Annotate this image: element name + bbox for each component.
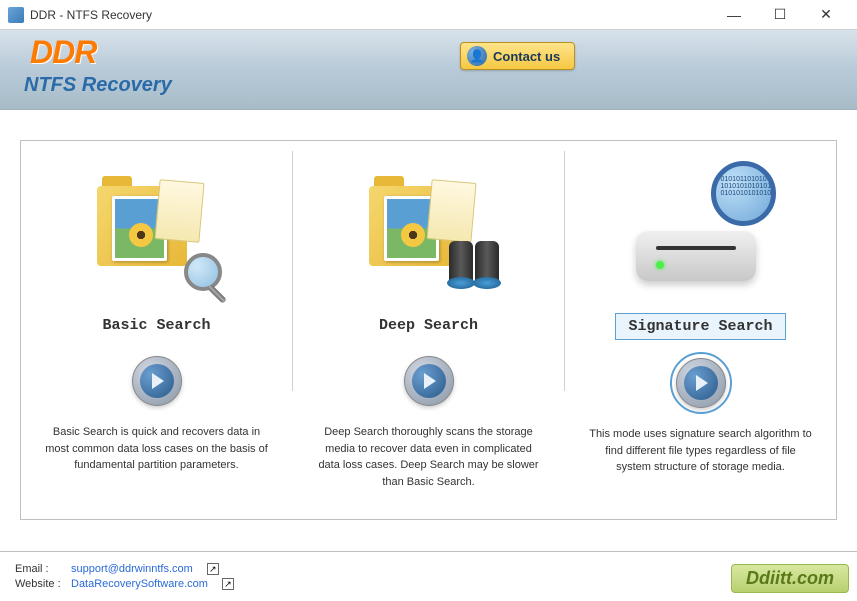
email-label: Email : bbox=[15, 563, 65, 575]
deep-search-icon-area bbox=[369, 161, 489, 301]
website-row: Website : DataRecoverySoftware.com ↗ bbox=[15, 578, 842, 590]
contact-label: Contact us bbox=[493, 49, 560, 64]
window-title: DDR - NTFS Recovery bbox=[30, 8, 711, 22]
external-link-icon[interactable]: ↗ bbox=[222, 578, 234, 590]
close-button[interactable]: ✕ bbox=[803, 1, 849, 29]
play-icon bbox=[140, 364, 174, 398]
maximize-button[interactable]: ☐ bbox=[757, 1, 803, 29]
signature-search-play-button[interactable] bbox=[676, 358, 726, 408]
signature-search-description: This mode uses signature search algorith… bbox=[580, 426, 821, 476]
basic-search-panel: Basic Search Basic Search is quick and r… bbox=[21, 141, 292, 519]
signature-search-title: Signature Search bbox=[615, 313, 785, 340]
contact-us-button[interactable]: 👤 Contact us bbox=[460, 42, 575, 70]
basic-search-title: Basic Search bbox=[90, 313, 222, 338]
basic-search-icon-area bbox=[97, 161, 217, 301]
content-area: Basic Search Basic Search is quick and r… bbox=[0, 110, 857, 530]
logo-text: DDR bbox=[30, 34, 96, 71]
email-link[interactable]: support@ddrwinntfs.com bbox=[71, 563, 193, 575]
app-icon bbox=[8, 7, 24, 23]
basic-search-play-button[interactable] bbox=[132, 356, 182, 406]
deep-search-play-button[interactable] bbox=[404, 356, 454, 406]
signature-search-icon-area: 0101011010100110101010101010010101010101… bbox=[626, 161, 776, 301]
person-icon: 👤 bbox=[467, 46, 487, 66]
deep-search-title: Deep Search bbox=[367, 313, 490, 338]
website-label: Website : bbox=[15, 578, 65, 590]
deep-search-panel: Deep Search Deep Search thoroughly scans… bbox=[293, 141, 564, 519]
basic-search-description: Basic Search is quick and recovers data … bbox=[36, 424, 277, 474]
drive-magnifier-icon: 0101011010100110101010101010010101010101… bbox=[626, 171, 776, 291]
titlebar: DDR - NTFS Recovery — ☐ ✕ bbox=[0, 0, 857, 30]
external-link-icon[interactable]: ↗ bbox=[207, 563, 219, 575]
watermark: Ddiitt.com bbox=[731, 564, 849, 593]
logo-subtitle: NTFS Recovery bbox=[24, 74, 172, 97]
deep-search-description: Deep Search thoroughly scans the storage… bbox=[308, 424, 549, 490]
minimize-button[interactable]: — bbox=[711, 1, 757, 29]
signature-search-panel: 0101011010100110101010101010010101010101… bbox=[565, 141, 836, 519]
folder-magnifier-icon bbox=[97, 176, 217, 286]
folder-binoculars-icon bbox=[369, 176, 489, 286]
website-link[interactable]: DataRecoverySoftware.com bbox=[71, 578, 208, 590]
play-icon bbox=[412, 364, 446, 398]
play-icon bbox=[684, 366, 718, 400]
footer: Email : support@ddrwinntfs.com ↗ Website… bbox=[0, 551, 857, 601]
email-row: Email : support@ddrwinntfs.com ↗ bbox=[15, 563, 842, 575]
window-controls: — ☐ ✕ bbox=[711, 1, 849, 29]
search-modes-container: Basic Search Basic Search is quick and r… bbox=[20, 140, 837, 520]
header-banner: DDR NTFS Recovery 👤 Contact us bbox=[0, 30, 857, 110]
